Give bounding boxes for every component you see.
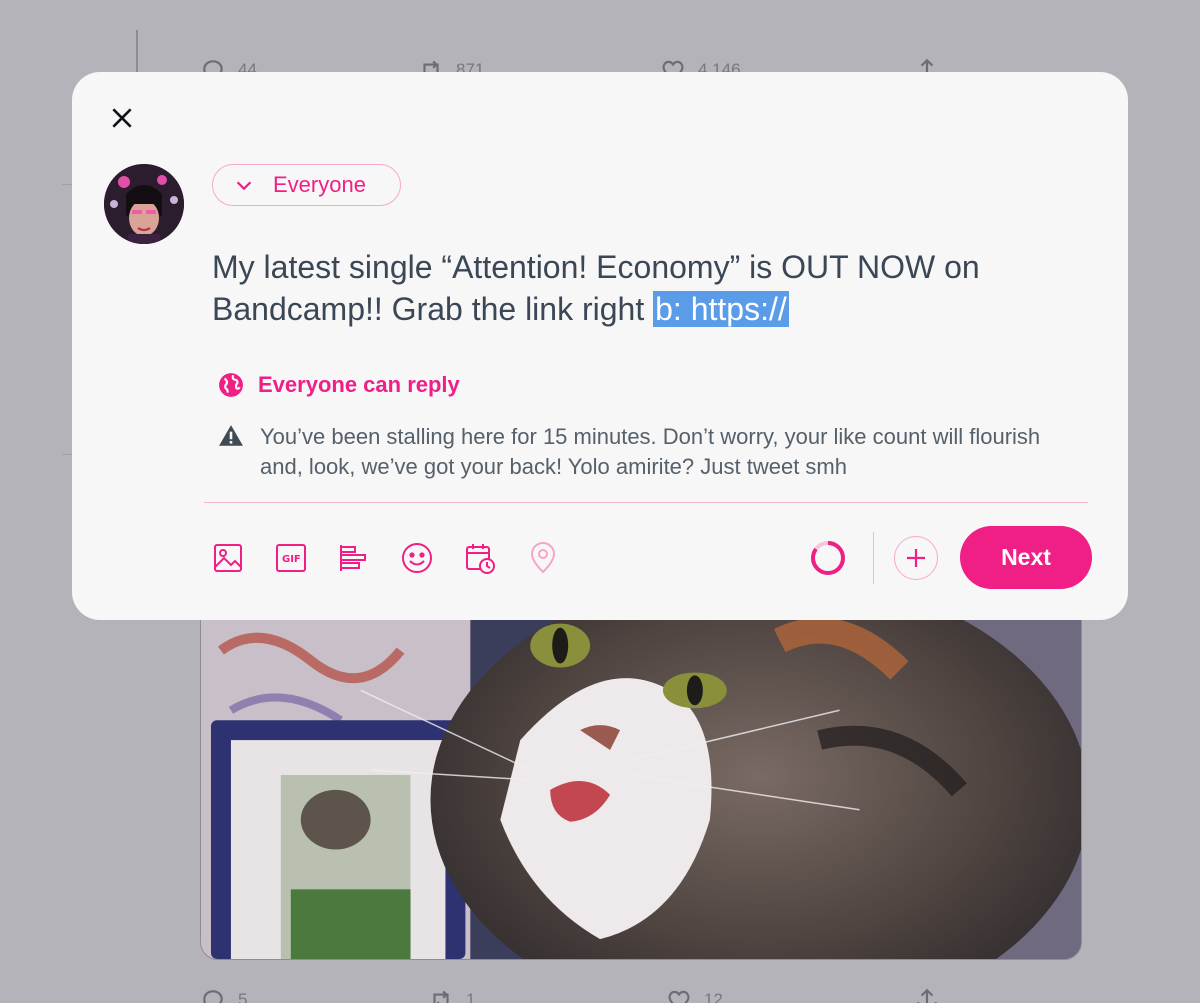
audience-selector[interactable]: Everyone: [212, 164, 401, 206]
compose-tweet-dialog: Everyone My latest single “Attention! Ec…: [72, 72, 1128, 620]
avatar[interactable]: [104, 164, 184, 244]
poll-icon: [340, 545, 366, 571]
retweet-count: 1: [466, 990, 476, 1003]
composer-toolbar: GIF: [208, 538, 586, 578]
share-action[interactable]: [914, 987, 940, 1003]
cat-photo-image: [201, 561, 1081, 959]
composer-divider: [204, 502, 1088, 503]
close-button[interactable]: [100, 96, 144, 140]
retweet-icon: [433, 990, 449, 1003]
chevron-down-icon: [236, 181, 252, 191]
tweet-text-selection: b: https://: [653, 291, 789, 327]
share-icon: [917, 988, 937, 1003]
retweet-action[interactable]: 1: [428, 987, 475, 1003]
character-count-progress: [808, 538, 848, 578]
warning-text: You’ve been stalling here for 15 minutes…: [260, 424, 1041, 479]
toolbar-separator: [873, 532, 874, 584]
progress-ring-icon: [811, 541, 845, 575]
reply-count: 5: [238, 990, 248, 1003]
tweet-photo-cat[interactable]: [200, 560, 1082, 960]
gif-icon: GIF: [276, 544, 306, 572]
reply-action[interactable]: 5: [200, 987, 247, 1003]
close-icon: [112, 108, 132, 128]
warning-icon: [219, 425, 243, 446]
like-action[interactable]: 12: [666, 987, 723, 1003]
globe-icon: [219, 373, 243, 397]
reply-setting-button[interactable]: Everyone can reply: [218, 372, 460, 398]
image-icon: [214, 544, 242, 572]
emoji-icon: [402, 543, 432, 573]
reply-setting-label: Everyone can reply: [258, 372, 460, 397]
plus-icon: [907, 549, 925, 567]
like-count: 12: [704, 990, 723, 1003]
add-tweet-button[interactable]: [894, 536, 938, 580]
add-media-button[interactable]: [208, 538, 248, 578]
tweet-actions-bottom: 5 1 12: [200, 985, 960, 1003]
add-poll-button[interactable]: [334, 538, 374, 578]
schedule-icon: [466, 544, 495, 574]
stalling-warning: You’ve been stalling here for 15 minutes…: [218, 422, 1078, 482]
add-gif-button[interactable]: GIF: [271, 538, 311, 578]
tag-location-button[interactable]: [523, 538, 563, 578]
add-emoji-button[interactable]: [397, 538, 437, 578]
svg-text:GIF: GIF: [282, 554, 301, 565]
avatar-image: [104, 164, 184, 244]
heart-icon: [668, 990, 690, 1003]
tweet-text-input[interactable]: My latest single “Attention! Economy” is…: [212, 246, 1092, 330]
tweet-text: My latest single “Attention! Economy” is…: [212, 249, 980, 327]
schedule-button[interactable]: [460, 538, 500, 578]
reply-icon: [203, 990, 223, 1003]
location-icon: [530, 542, 556, 574]
audience-label: Everyone: [273, 172, 366, 197]
next-button[interactable]: Next: [960, 526, 1092, 589]
